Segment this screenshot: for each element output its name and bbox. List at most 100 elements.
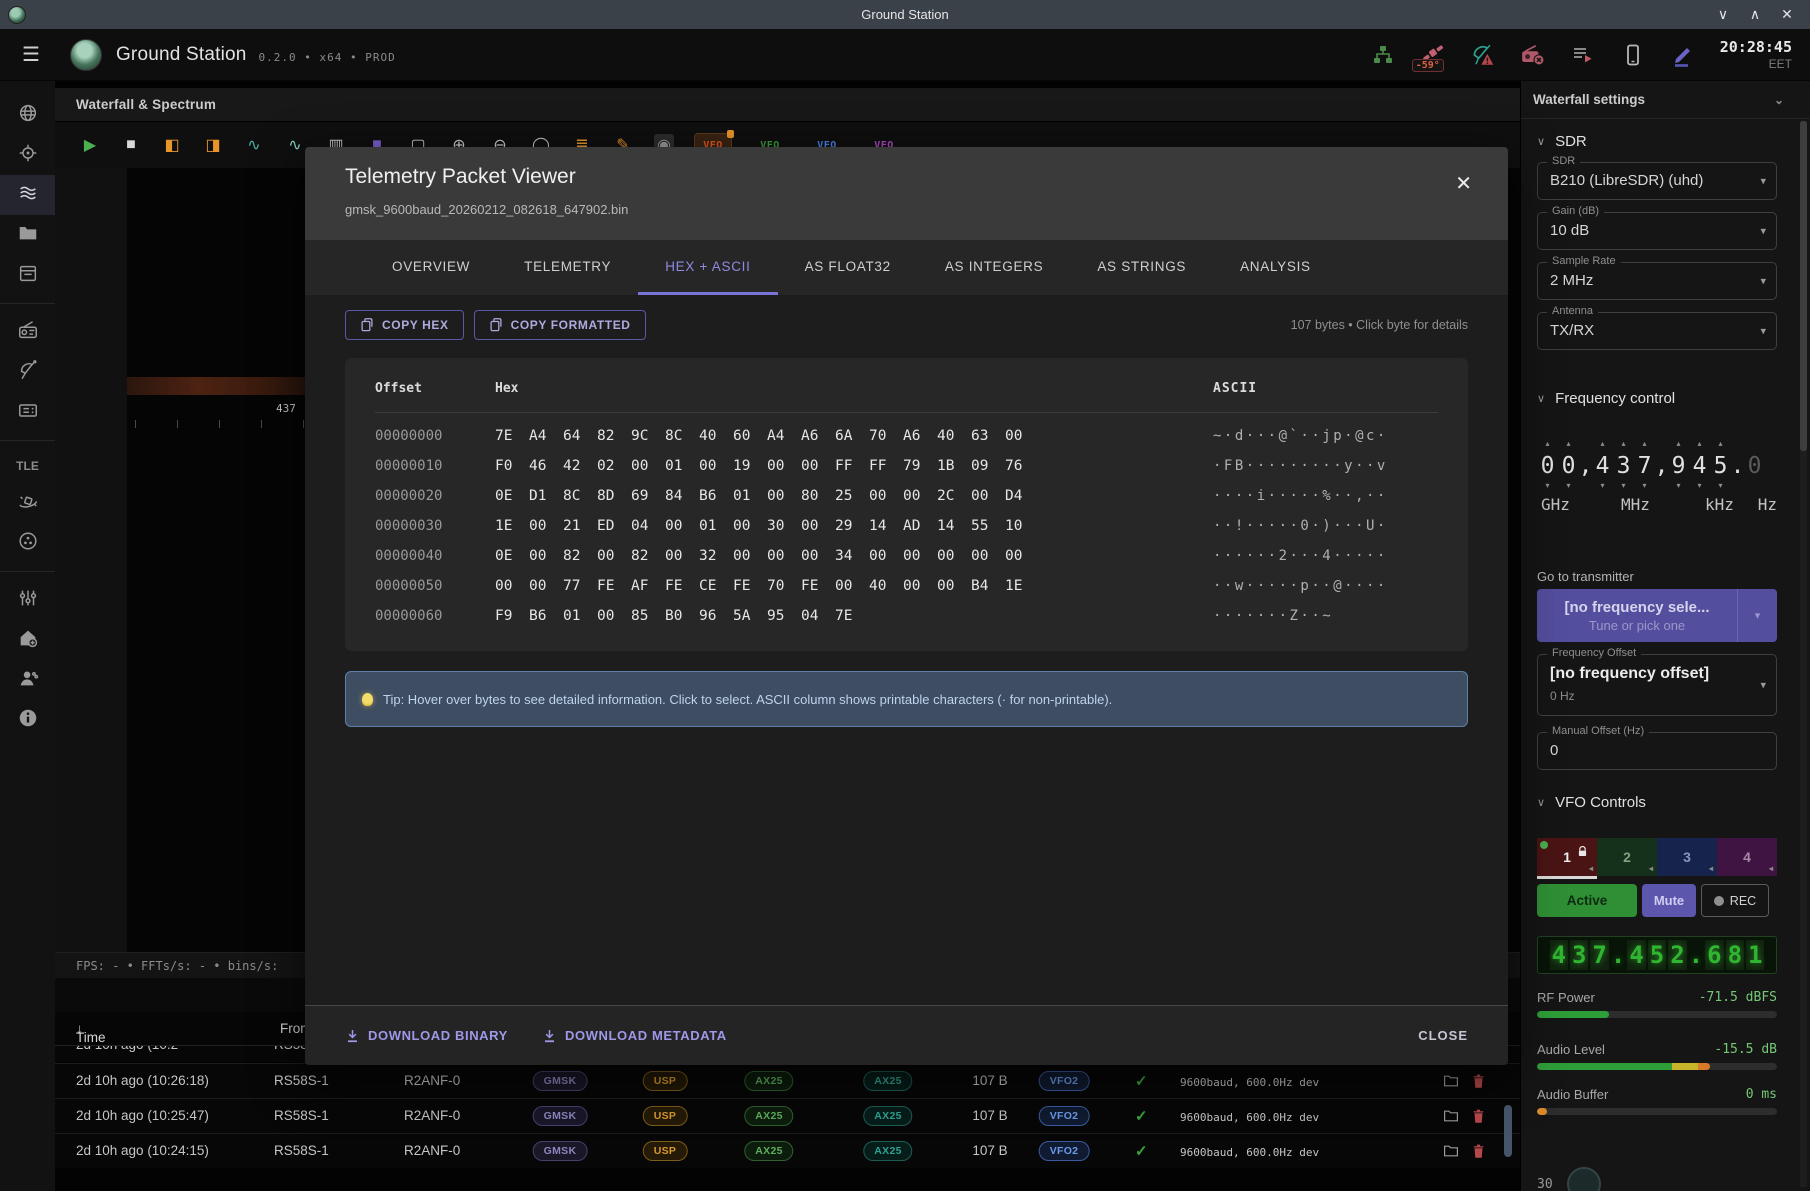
hex-byte[interactable]: FE — [665, 571, 699, 601]
hex-byte[interactable]: 01 — [665, 451, 699, 481]
waterfall-right-icon[interactable]: ◨ — [203, 135, 223, 155]
hex-byte[interactable]: 70 — [869, 421, 903, 451]
hex-byte[interactable]: 00 — [767, 451, 801, 481]
hex-byte[interactable]: F0 — [495, 451, 529, 481]
hex-byte[interactable]: FF — [869, 451, 903, 481]
hex-byte[interactable]: 00 — [971, 541, 1005, 571]
select-sample-rate[interactable]: Sample Rate 2 MHz ▾ — [1537, 262, 1777, 300]
hex-byte[interactable]: 6A — [835, 421, 869, 451]
sidebar-item-tuning[interactable] — [0, 580, 55, 620]
hex-byte[interactable]: 19 — [733, 451, 767, 481]
hex-byte[interactable]: 34 — [835, 541, 869, 571]
hex-byte[interactable]: 00 — [971, 481, 1005, 511]
hex-byte[interactable]: 42 — [563, 451, 597, 481]
section-frequency-control[interactable]: ∨ Frequency control — [1537, 390, 1777, 407]
digit-down-icon[interactable]: ▾ — [1676, 481, 1680, 493]
open-folder-icon[interactable] — [1443, 1143, 1459, 1164]
hex-byte[interactable]: 5A — [733, 601, 767, 631]
hex-byte[interactable]: 63 — [971, 421, 1005, 451]
hex-byte[interactable]: 1B — [937, 451, 971, 481]
sidebar-item-decoder[interactable] — [0, 392, 55, 432]
hex-byte[interactable]: 00 — [869, 481, 903, 511]
hex-byte[interactable]: 69 — [631, 481, 665, 511]
menu-icon[interactable]: ☰ — [22, 42, 40, 67]
hex-byte[interactable]: 1E — [1005, 571, 1039, 601]
copy-hex-button[interactable]: COPY HEX — [345, 310, 464, 340]
hex-byte[interactable]: 82 — [631, 541, 665, 571]
vfo-tab-1[interactable]: 1◂ — [1537, 838, 1597, 876]
hex-byte[interactable]: 00 — [835, 571, 869, 601]
vfo-rec-button[interactable]: REC — [1701, 884, 1769, 917]
radio-disconnected-icon[interactable] — [1520, 42, 1546, 68]
select-antenna[interactable]: Antenna TX/RX ▾ — [1537, 312, 1777, 350]
satellite-elevation-icon[interactable]: -59° — [1420, 42, 1446, 68]
hex-byte[interactable]: 8D — [597, 481, 631, 511]
spectrum-line-icon[interactable]: ∿ — [244, 135, 264, 155]
sidebar-item-tracking[interactable] — [0, 135, 55, 175]
digit-up-icon[interactable]: ▴ — [1718, 439, 1722, 451]
section-vfo-controls[interactable]: ∨ VFO Controls — [1537, 794, 1777, 811]
tab-as-float32[interactable]: AS FLOAT32 — [778, 240, 918, 295]
transmitter-select-button[interactable]: [no frequency sele... Tune or pick one ▾ — [1537, 589, 1777, 642]
digit-down-icon[interactable]: ▾ — [1642, 481, 1646, 493]
sidebar-item-map[interactable] — [0, 95, 55, 135]
spectrum-avg-icon[interactable]: ∿ — [285, 135, 305, 155]
hex-byte[interactable]: 00 — [529, 511, 563, 541]
manual-offset-input[interactable]: Manual Offset (Hz) 0 — [1537, 732, 1777, 770]
digit-up-icon[interactable]: ▴ — [1545, 439, 1549, 451]
hex-byte[interactable]: 70 — [767, 571, 801, 601]
hex-byte[interactable]: 00 — [597, 601, 631, 631]
hex-byte[interactable]: 7E — [495, 421, 529, 451]
hex-byte[interactable]: 01 — [563, 601, 597, 631]
column-time[interactable]: Time ↓ — [76, 1021, 83, 1036]
frequency-offset-select[interactable]: Frequency Offset [no frequency offset] 0… — [1537, 654, 1777, 716]
digit-up-icon[interactable]: ▴ — [1676, 439, 1680, 451]
packet-from[interactable]: RS58S-1 — [274, 1073, 329, 1088]
digit-down-icon[interactable]: ▾ — [1621, 481, 1625, 493]
hex-byte[interactable]: 29 — [835, 511, 869, 541]
hex-byte[interactable]: FF — [835, 451, 869, 481]
hex-byte[interactable]: 00 — [597, 541, 631, 571]
hex-byte[interactable]: 95 — [767, 601, 801, 631]
hex-byte[interactable]: B4 — [971, 571, 1005, 601]
hex-byte[interactable]: 14 — [869, 511, 903, 541]
hex-byte[interactable]: 40 — [937, 421, 971, 451]
sidebar-item-about[interactable] — [0, 700, 55, 740]
knob-icon[interactable] — [1567, 1167, 1601, 1191]
maximize-icon[interactable]: ∧ — [1744, 6, 1766, 23]
digit-up-icon[interactable]: ▴ — [1600, 439, 1604, 451]
sidebar-item-groups[interactable] — [0, 523, 55, 563]
open-folder-icon[interactable] — [1443, 1108, 1459, 1129]
hex-byte[interactable]: 04 — [801, 601, 835, 631]
digit-up-icon[interactable]: ▴ — [1566, 439, 1570, 451]
hex-byte[interactable]: A6 — [903, 421, 937, 451]
hex-byte[interactable]: 00 — [733, 541, 767, 571]
hex-byte[interactable]: 04 — [631, 511, 665, 541]
hex-byte[interactable]: 84 — [665, 481, 699, 511]
hex-byte[interactable]: 79 — [903, 451, 937, 481]
hex-byte[interactable]: D4 — [1005, 481, 1039, 511]
queue-play-icon[interactable] — [1570, 42, 1596, 68]
settings-scrollbar[interactable] — [1800, 121, 1807, 1187]
hex-byte[interactable]: 7E — [835, 601, 869, 631]
hex-byte[interactable]: 00 — [903, 481, 937, 511]
select-sdr[interactable]: SDR B210 (LibreSDR) (uhd) ▾ — [1537, 162, 1777, 200]
open-folder-icon[interactable] — [1443, 1073, 1459, 1094]
hex-byte[interactable]: A4 — [529, 421, 563, 451]
digit-down-icon[interactable]: ▾ — [1566, 481, 1570, 493]
close-dialog-button[interactable]: CLOSE — [1418, 1028, 1468, 1043]
hex-byte[interactable]: 01 — [733, 481, 767, 511]
packets-scrollbar[interactable] — [1504, 1105, 1512, 1157]
network-status-icon[interactable] — [1370, 42, 1396, 68]
hex-byte[interactable]: 85 — [631, 601, 665, 631]
hex-byte[interactable]: 00 — [631, 451, 665, 481]
hex-byte[interactable]: 21 — [563, 511, 597, 541]
hex-byte[interactable]: 8C — [665, 421, 699, 451]
transmitter-dropdown-icon[interactable]: ▾ — [1737, 589, 1777, 642]
hex-byte[interactable]: 00 — [733, 511, 767, 541]
hex-byte[interactable]: 00 — [1005, 541, 1039, 571]
digit-down-icon[interactable]: ▾ — [1718, 481, 1722, 493]
hex-byte[interactable]: F9 — [495, 601, 529, 631]
vfo-tab-4[interactable]: 4◂ — [1717, 838, 1777, 876]
packet-from[interactable]: RS58S-1 — [274, 1108, 329, 1123]
